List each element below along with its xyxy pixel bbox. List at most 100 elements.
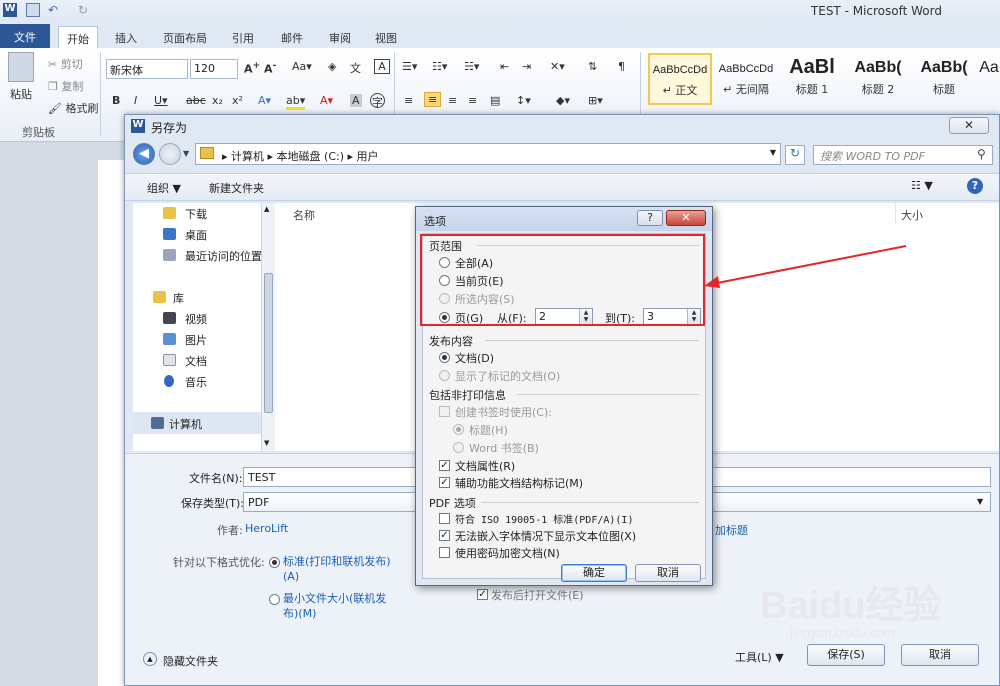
text-effects-icon[interactable]: A▾ (258, 94, 271, 107)
tab-page-layout[interactable]: 页面布局 (155, 26, 215, 48)
nav-scrollbar[interactable]: ▲ ▼ (261, 203, 275, 451)
address-dropdown-icon[interactable]: ▼ (770, 148, 776, 157)
distributed-icon[interactable]: ▤ (490, 94, 500, 107)
optimize-minimum-label[interactable]: 最小文件大小(联机发布)(M) (283, 591, 395, 621)
help-icon[interactable]: ? (967, 178, 983, 194)
close-button[interactable]: ✕ (666, 210, 706, 226)
multilevel-list-icon[interactable]: ☵▾ (464, 60, 479, 73)
undo-icon[interactable]: ↶ (48, 3, 62, 17)
style-heading-2[interactable]: AaBb( 标题 2 (846, 53, 910, 105)
nav-downloads[interactable]: 下载 (185, 206, 207, 222)
add-tag-link[interactable]: 加标题 (715, 522, 748, 538)
align-right-icon[interactable]: ≡ (448, 94, 457, 107)
tab-review[interactable]: 审阅 (321, 26, 359, 48)
highlight-icon[interactable]: ab▾ (286, 94, 306, 110)
create-bookmarks-checkbox[interactable] (439, 406, 450, 417)
nav-videos[interactable]: 视频 (185, 311, 207, 327)
strikethrough-button[interactable]: abc (186, 94, 206, 107)
organize-button[interactable]: 组织 ▼ (147, 180, 181, 196)
search-input[interactable]: 搜索 WORD TO PDF (813, 145, 993, 165)
view-icon[interactable]: ☷ ▼ (911, 179, 933, 192)
nav-music[interactable]: 音乐 (185, 374, 207, 390)
document-radio[interactable] (439, 352, 450, 363)
enclose-char-icon[interactable]: 字 (370, 93, 385, 109)
document-label[interactable]: 文档(D) (455, 350, 494, 366)
nav-libraries[interactable]: 库 (173, 290, 184, 306)
cancel-button[interactable]: 取消 (901, 644, 979, 666)
style-no-spacing[interactable]: AaBbCcDd ↵ 无间隔 (714, 53, 778, 105)
breadcrumb-local-disk[interactable]: 本地磁盘 (C:) (277, 150, 344, 163)
column-name[interactable]: 名称 (293, 207, 315, 223)
shading-icon[interactable]: ◆▾ (556, 94, 570, 107)
address-bar[interactable]: ▸ 计算机 ▸ 本地磁盘 (C:) ▸ 用户 ▼ (195, 143, 781, 165)
show-marks-icon[interactable]: ¶ (618, 60, 625, 73)
breadcrumb-users[interactable]: 用户 (357, 150, 379, 163)
optimize-standard-label[interactable]: 标准(打印和联机发布)(A) (283, 554, 395, 584)
scroll-up-icon[interactable]: ▲ (264, 205, 269, 213)
search-icon[interactable]: ⚲ (977, 147, 986, 161)
tab-view[interactable]: 视图 (367, 26, 405, 48)
align-center-icon[interactable]: ≡ (424, 92, 442, 107)
font-name-combo[interactable]: 新宋体 (106, 59, 188, 79)
markup-radio[interactable] (439, 370, 450, 381)
headings-radio[interactable] (453, 424, 464, 435)
paste-icon[interactable] (8, 52, 34, 82)
hide-folders-button[interactable]: 隐藏文件夹 (163, 653, 218, 669)
char-shading-icon[interactable]: A (350, 94, 362, 107)
optimize-minimum-radio[interactable] (269, 594, 280, 605)
copy-button[interactable]: ❐ 复制 (48, 78, 83, 94)
tab-home[interactable]: 开始 (58, 26, 98, 48)
bold-button[interactable]: B (112, 94, 120, 107)
bullets-icon[interactable]: ☰▾ (402, 60, 417, 73)
cut-button[interactable]: ✂ 剪切 (48, 56, 83, 72)
structure-tags-label[interactable]: 辅助功能文档结构标记(M) (455, 475, 583, 491)
numbering-icon[interactable]: ☷▾ (432, 60, 447, 73)
help-button[interactable]: ? (637, 210, 663, 226)
subscript-button[interactable]: x₂ (212, 94, 223, 107)
back-button[interactable]: ◀ (133, 143, 155, 165)
open-after-publish-checkbox[interactable]: ✓ (477, 589, 488, 600)
italic-button[interactable]: I (134, 94, 137, 107)
optimize-standard-radio[interactable] (269, 557, 280, 568)
nav-computer[interactable]: 计算机 (169, 416, 202, 432)
style-title[interactable]: AaBb( 标题 (912, 53, 976, 105)
structure-tags-checkbox[interactable]: ✓ (439, 477, 450, 488)
author-value[interactable]: HeroLift (245, 522, 288, 535)
tools-button[interactable]: 工具(L) ▼ (735, 649, 784, 665)
iso-pdfa-checkbox[interactable] (439, 513, 450, 524)
ok-button[interactable]: 确定 (561, 564, 627, 582)
encrypt-checkbox[interactable] (439, 547, 450, 558)
clear-format-icon[interactable]: ◈ (328, 60, 336, 73)
refresh-icon[interactable]: ↻ (785, 145, 805, 165)
style-heading-1[interactable]: AaBl 标题 1 (780, 53, 844, 105)
underline-button[interactable]: U▾ (154, 94, 168, 107)
cancel-button[interactable]: 取消 (635, 564, 701, 582)
column-size[interactable]: 大小 (901, 207, 923, 223)
line-spacing-icon[interactable]: ↕▾ (516, 94, 531, 107)
tab-references[interactable]: 引用 (224, 26, 262, 48)
word-bookmarks-radio[interactable] (453, 442, 464, 453)
justify-icon[interactable]: ≡ (468, 94, 477, 107)
nav-documents[interactable]: 文档 (185, 353, 207, 369)
chinese-layout-icon[interactable]: ✕▾ (550, 60, 565, 73)
new-folder-button[interactable]: 新建文件夹 (209, 180, 264, 196)
decrease-indent-icon[interactable]: ⇤ (500, 60, 509, 73)
increase-indent-icon[interactable]: ⇥ (522, 60, 531, 73)
document-properties-label[interactable]: 文档属性(R) (455, 458, 515, 474)
font-size-combo[interactable]: 120 (190, 59, 238, 79)
tab-file[interactable]: 文件 (0, 24, 50, 48)
nav-pictures[interactable]: 图片 (185, 332, 207, 348)
char-border-icon[interactable]: A (374, 59, 390, 74)
collapse-icon[interactable]: ▲ (143, 652, 157, 666)
scroll-thumb[interactable] (264, 273, 273, 413)
bitmap-text-checkbox[interactable]: ✓ (439, 530, 450, 541)
save-button[interactable]: 保存(S) (807, 644, 885, 666)
nav-recent-places[interactable]: 最近访问的位置 (185, 248, 262, 264)
iso-pdfa-label[interactable]: 符合 ISO 19005-1 标准(PDF/A)(I) (455, 511, 633, 526)
tab-insert[interactable]: 插入 (107, 26, 145, 48)
nav-desktop[interactable]: 桌面 (185, 227, 207, 243)
encrypt-label[interactable]: 使用密码加密文档(N) (455, 545, 560, 561)
history-dropdown-icon[interactable]: ▼ (183, 149, 189, 158)
style-normal[interactable]: AaBbCcDd ↵ 正文 (648, 53, 712, 105)
breadcrumb-computer[interactable]: 计算机 (231, 150, 264, 163)
